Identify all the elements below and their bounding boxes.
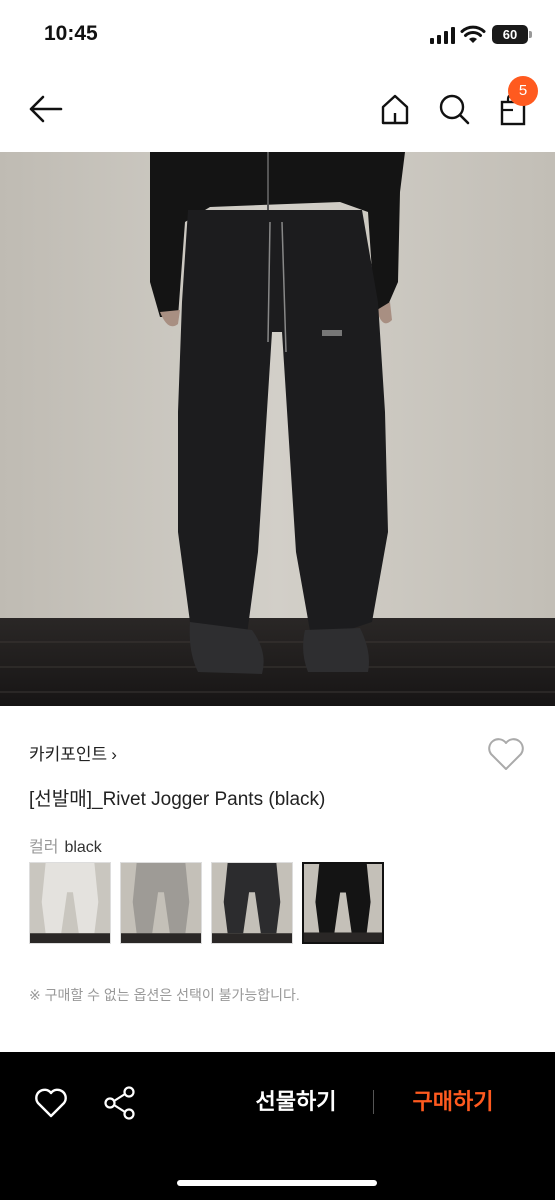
swatch-charcoal[interactable] [211,862,293,944]
cart-count-badge[interactable]: 5 [508,76,538,106]
color-label: 컬러 [29,839,59,856]
button-divider [373,1090,374,1114]
share-icon[interactable] [103,1085,137,1121]
heart-icon[interactable] [487,736,525,772]
swatch-gray[interactable] [120,862,202,944]
status-bar: 10:45 60 [0,0,555,70]
wifi-icon [460,25,486,43]
chevron-right-icon: › [111,745,117,764]
product-title: [선발매]_Rivet Jogger Pants (black) [29,789,326,810]
home-indicator[interactable] [177,1180,377,1186]
color-option-row: 컬러 black [29,833,102,857]
heart-icon[interactable] [34,1087,68,1119]
back-arrow-icon[interactable] [28,94,64,124]
product-photo [0,152,555,706]
brand-link[interactable]: 카키포인트 › [29,740,117,765]
bottom-action-bar: 선물하기 구매하기 [0,1052,555,1200]
buy-button[interactable]: 구매하기 [390,1080,516,1124]
home-icon[interactable] [378,92,412,126]
color-value: black [64,839,102,856]
gift-button[interactable]: 선물하기 [234,1080,358,1124]
brand-name: 카키포인트 [29,745,108,764]
search-icon[interactable] [437,92,471,126]
status-time: 10:45 [44,22,98,45]
swatch-light-gray[interactable] [29,862,111,944]
battery-tip [529,31,532,38]
cellular-signal-icon [430,27,455,44]
product-main-image[interactable] [0,152,555,706]
battery-indicator: 60 [492,25,528,44]
swatch-black-selected[interactable] [302,862,384,944]
app-header: 5 [0,70,555,152]
option-notice: ※ 구매할 수 없는 옵션은 선택이 불가능합니다. [29,987,300,1003]
